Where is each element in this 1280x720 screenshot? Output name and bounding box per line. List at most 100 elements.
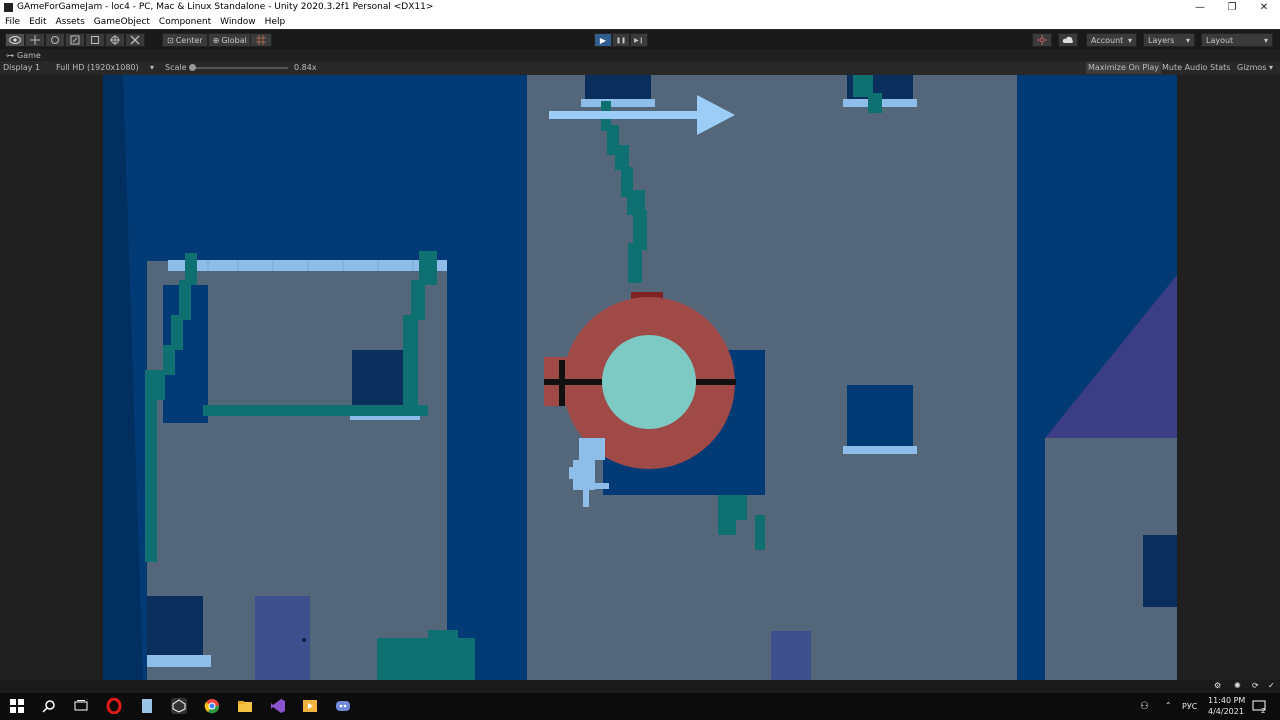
notification-count: 2 xyxy=(1261,707,1266,715)
collab-button[interactable] xyxy=(1032,33,1052,47)
game-viewport[interactable] xyxy=(0,75,1280,680)
scale-slider-handle[interactable] xyxy=(189,64,196,71)
ring-core xyxy=(602,335,696,429)
layers-label: Layers xyxy=(1148,35,1175,45)
menu-help[interactable]: Help xyxy=(265,17,286,27)
language-indicator[interactable]: РУС xyxy=(1182,702,1197,711)
people-icon[interactable]: ⚇ xyxy=(1140,701,1149,712)
discord-icon[interactable] xyxy=(335,698,351,714)
space-label: Global xyxy=(221,35,247,45)
chrome-icon[interactable] xyxy=(204,698,220,714)
cloud-button[interactable] xyxy=(1058,33,1078,47)
top-ledge-center xyxy=(581,99,655,107)
task-view-icon[interactable] xyxy=(73,698,89,714)
tools-icon xyxy=(130,35,140,45)
crosshair-cross xyxy=(559,360,565,406)
search-icon[interactable] xyxy=(41,698,57,714)
windows-start-icon[interactable] xyxy=(9,698,25,714)
unity-logo-icon xyxy=(4,3,13,12)
transform-tool-button[interactable] xyxy=(105,33,125,47)
right-window xyxy=(1143,535,1177,607)
rotate-tool-button[interactable] xyxy=(45,33,65,47)
grid-snap-icon xyxy=(256,35,266,45)
pivot-icon: ⊡ xyxy=(167,35,174,45)
mute-audio-toggle[interactable]: Mute Audio xyxy=(1160,62,1209,74)
tab-game[interactable]: Game xyxy=(17,51,41,60)
left-window xyxy=(352,350,407,405)
windows-taskbar: ⚇ ⌃ РУС 11:40 PM 4/4/2021 2 xyxy=(0,693,1280,720)
menu-file[interactable]: File xyxy=(5,17,20,27)
gizmos-toggle[interactable]: Gizmos xyxy=(1235,62,1268,74)
game-render[interactable] xyxy=(103,75,1177,680)
visual-studio-icon[interactable] xyxy=(270,698,286,714)
menu-assets[interactable]: Assets xyxy=(56,17,85,27)
media-player-icon[interactable] xyxy=(302,698,318,714)
close-button[interactable]: ✕ xyxy=(1248,0,1280,15)
editor-status-bar: ⚙ ✺ ⟳ ✓ xyxy=(0,680,1280,693)
rotate-icon xyxy=(51,36,59,44)
layout-label: Layout xyxy=(1206,35,1234,45)
gamepad-icon: ⊶ xyxy=(6,50,14,60)
window-title: GAmeForGameJam - loc4 - PC, Mac & Linux … xyxy=(17,2,434,12)
globe-icon: ⊕ xyxy=(212,35,220,45)
status-light-icon: ✺ xyxy=(1234,681,1241,690)
chevron-down-icon: ▾ xyxy=(1263,35,1268,45)
status-refresh-icon: ⟳ xyxy=(1252,681,1259,690)
game-view-controls: Display 1 Full HD (1920x1080) ▾ Scale 0.… xyxy=(0,61,1280,75)
game-tab-bar: ⊶ Game xyxy=(0,49,1280,61)
center-window-ledge xyxy=(843,446,917,454)
grid-snap-button[interactable] xyxy=(250,33,272,47)
opera-icon[interactable] xyxy=(106,698,122,714)
chevron-down-icon: ▾ xyxy=(150,63,155,72)
chevron-down-icon: ▾ xyxy=(1269,63,1274,72)
scale-slider-track[interactable] xyxy=(193,67,288,69)
scale-label: Scale xyxy=(165,63,187,72)
crosshair-left xyxy=(544,379,602,385)
file-explorer-icon[interactable] xyxy=(237,698,253,714)
status-bug-icon: ⚙ xyxy=(1214,681,1222,690)
resolution-dropdown[interactable]: Full HD (1920x1080) xyxy=(56,63,139,72)
chevron-down-icon: ▾ xyxy=(1127,35,1132,45)
layout-dropdown[interactable]: Layout ▾ xyxy=(1201,33,1273,47)
menu-edit[interactable]: Edit xyxy=(29,17,46,27)
clock-date[interactable]: 4/4/2021 xyxy=(1208,707,1244,716)
pivot-mode-button[interactable]: ⊡ Center xyxy=(162,33,208,47)
low-ledge xyxy=(147,655,211,667)
account-dropdown[interactable]: Account ▾ xyxy=(1086,33,1137,47)
step-icon: ▶❙ xyxy=(634,36,644,44)
view-tool-button[interactable] xyxy=(5,33,25,47)
maximize-button[interactable]: ❐ xyxy=(1216,0,1248,15)
minimize-button[interactable]: — xyxy=(1184,0,1216,15)
layers-dropdown[interactable]: Layers ▾ xyxy=(1143,33,1195,47)
left-low-window xyxy=(147,596,203,658)
scale-icon xyxy=(70,35,80,45)
rect-tool-button[interactable] xyxy=(85,33,105,47)
menu-bar: File Edit Assets GameObject Component Wi… xyxy=(0,15,1280,29)
menu-window[interactable]: Window xyxy=(220,17,256,27)
chevron-up-icon[interactable]: ⌃ xyxy=(1165,701,1172,710)
display-dropdown[interactable]: Display 1 xyxy=(3,63,40,72)
step-button[interactable]: ▶❙ xyxy=(630,33,648,47)
play-button[interactable]: ▶ xyxy=(594,33,612,47)
maximize-on-play-toggle[interactable]: Maximize On Play xyxy=(1086,62,1162,74)
pivot-space-button[interactable]: ⊕ Global xyxy=(207,33,252,47)
clock-time[interactable]: 11:40 PM xyxy=(1208,696,1245,705)
play-icon: ▶ xyxy=(599,35,607,45)
menu-component[interactable]: Component xyxy=(159,17,211,27)
menu-gameobject[interactable]: GameObject xyxy=(94,17,150,27)
rect-icon xyxy=(91,36,99,44)
crosshair-right xyxy=(696,379,736,385)
transform-icon xyxy=(110,35,120,45)
eye-icon xyxy=(9,36,21,44)
stats-toggle[interactable]: Stats xyxy=(1208,62,1232,74)
status-check-icon: ✓ xyxy=(1268,681,1275,690)
main-toolbar: ⊡ Center ⊕ Global ▶ ❚❚ ▶❙ Account ▾ Laye… xyxy=(0,29,1280,49)
move-tool-button[interactable] xyxy=(25,33,45,47)
custom-tool-button[interactable] xyxy=(125,33,145,47)
scale-tool-button[interactable] xyxy=(65,33,85,47)
notepad-icon[interactable] xyxy=(139,698,155,714)
move-icon xyxy=(30,35,40,45)
unity-app-icon[interactable] xyxy=(171,698,187,714)
door-knob xyxy=(302,638,306,642)
pause-button[interactable]: ❚❚ xyxy=(612,33,630,47)
